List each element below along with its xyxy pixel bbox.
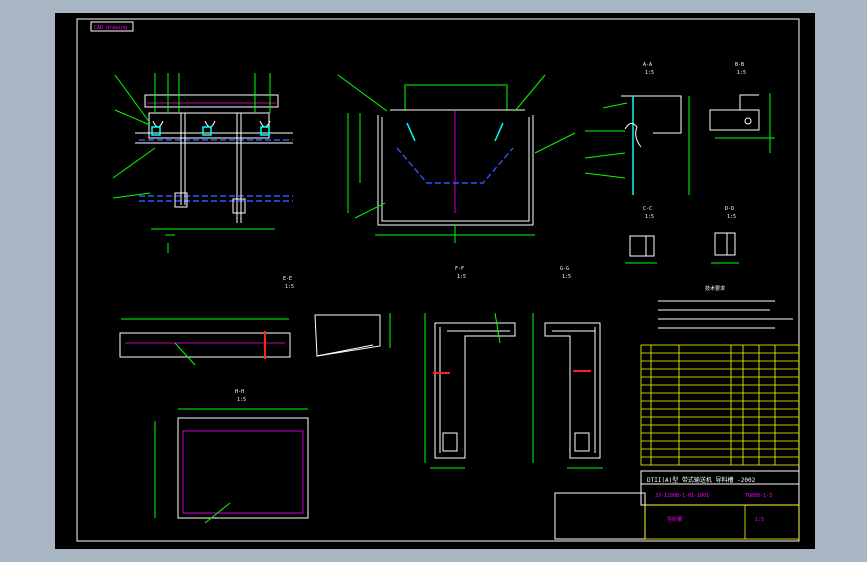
notes: 技术要求 [658, 285, 793, 329]
section-c-c: C-C 1:5 [625, 206, 657, 264]
section-b-b: B-B 1:5 [709, 62, 775, 153]
svg-text:C-C: C-C [643, 206, 652, 212]
drawing-scale: 1:5 [755, 517, 764, 523]
drawing-sheet-no: TQ800-1-3 [745, 493, 772, 499]
svg-text:1:5: 1:5 [737, 70, 746, 76]
svg-text:B-B: B-B [735, 62, 744, 68]
drawing-svg: CAD drawing A-A 1:5 B-B 1:5 C-C 1:5 D-D … [76, 18, 800, 542]
svg-text:1:5: 1:5 [285, 284, 294, 290]
svg-text:E-E: E-E [283, 276, 292, 282]
svg-text:技术要求: 技术要求 [705, 285, 725, 292]
svg-text:1:5: 1:5 [727, 214, 736, 220]
svg-text:G-G: G-G [560, 266, 569, 272]
section-f-f: F-F 1:5 [424, 266, 516, 469]
svg-text:1:5: 1:5 [562, 274, 571, 280]
drawing-code: JJ-1280B-1-01-1001 [655, 493, 709, 499]
svg-text:1:5: 1:5 [237, 397, 246, 403]
section-a-label: A-A [643, 62, 652, 68]
end-view [337, 74, 576, 243]
outer-frame [76, 18, 800, 542]
svg-text:1:5: 1:5 [645, 214, 654, 220]
section-h-h: H-H 1:5 [154, 389, 309, 524]
drawing-title: DTII(A)型 带式输送机 导料槽 -2002 [647, 476, 756, 484]
front-view [112, 73, 293, 253]
svg-text:F-F: F-F [455, 266, 464, 272]
svg-text:1:5: 1:5 [457, 274, 466, 280]
svg-text:1:5: 1:5 [645, 70, 654, 76]
parts-table: DTII(A)型 带式输送机 导料槽 -2002 JJ-1280B-1-01-1… [554, 344, 800, 540]
svg-text:H-H: H-H [235, 389, 244, 395]
drawing-name: 导料槽 [667, 516, 682, 523]
wedge-view [314, 313, 391, 357]
section-g-g: G-G 1:5 [532, 266, 603, 469]
sheet-tag: CAD drawing [94, 25, 127, 31]
svg-text:D-D: D-D [725, 206, 734, 212]
section-d-d: D-D 1:5 [711, 206, 739, 264]
section-e-e: E-E 1:5 [119, 276, 294, 366]
section-a-a: A-A 1:5 [584, 62, 690, 195]
cad-viewport[interactable]: CAD drawing A-A 1:5 B-B 1:5 C-C 1:5 D-D … [55, 13, 815, 549]
